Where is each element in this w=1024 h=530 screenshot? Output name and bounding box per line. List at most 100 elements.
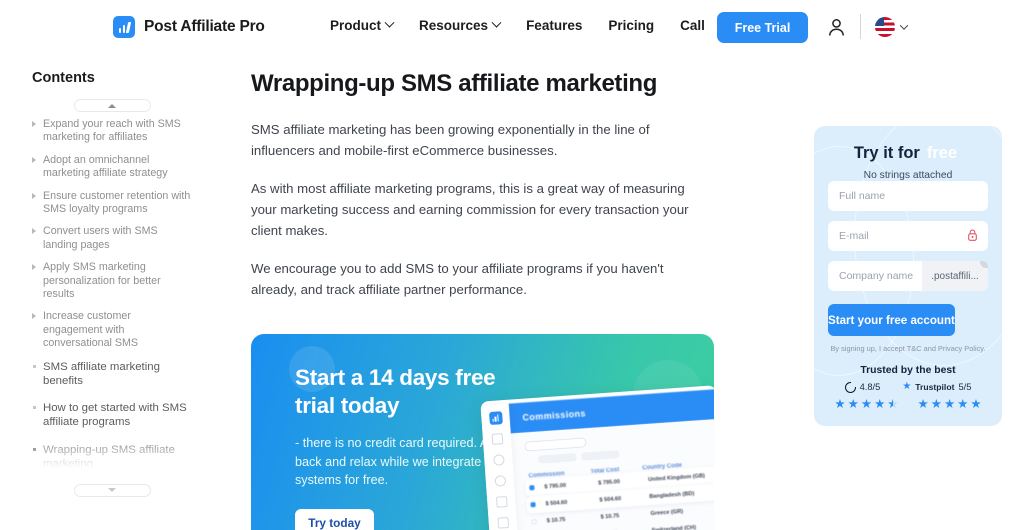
- mail-icon: [496, 516, 509, 529]
- star-icon: ★: [970, 396, 982, 411]
- signup-heading-prefix: Try it for: [853, 144, 920, 162]
- page-title: Wrapping-up SMS affiliate marketing: [251, 70, 658, 97]
- row-checkbox-icon: [530, 502, 536, 508]
- bullet-dot-icon: [33, 447, 36, 451]
- email-field[interactable]: E-mail: [828, 221, 988, 251]
- toc-item[interactable]: Expand your reach with SMS marketing for…: [32, 118, 192, 145]
- toc-item[interactable]: Apply SMS marketing personalization for …: [32, 261, 192, 301]
- star-icon: ★: [834, 396, 846, 411]
- article-paragraph: As with most affiliate marketing program…: [251, 181, 689, 238]
- header-divider: [860, 14, 861, 39]
- caret-down-icon: [108, 488, 116, 493]
- mockup-search-field: [524, 437, 587, 452]
- nav-label: Pricing: [608, 18, 655, 33]
- toc-scroll-up-button[interactable]: [73, 99, 151, 112]
- bullet-arrow-icon: [32, 264, 36, 271]
- g2-score: 4.8/5: [859, 382, 881, 393]
- cell-total: $ 10.75: [600, 512, 620, 521]
- grid-icon: [491, 433, 503, 445]
- bullet-arrow-icon: [32, 313, 36, 320]
- article-content: Wrapping-up SMS affiliate marketing SMS …: [251, 70, 703, 317]
- cell-total: $ 795.00: [598, 478, 621, 487]
- star-icon: ★: [847, 396, 859, 411]
- domain-suffix: .postaffili...: [922, 261, 988, 291]
- start-free-account-button[interactable]: Start your free account: [828, 304, 955, 336]
- toc-item[interactable]: Ensure customer retention with SMS loyal…: [32, 190, 192, 217]
- signup-card: Try it for free No strings attached Full …: [814, 126, 1002, 426]
- toc-scroll-down-button[interactable]: [73, 483, 151, 497]
- toc-item-label: Convert users with SMS landing pages: [43, 225, 158, 251]
- brand-logo[interactable]: Post Affiliate Pro: [113, 16, 265, 38]
- main-nav: Product Resources Features Pricing Call: [330, 17, 705, 33]
- star-half-icon: ★: [887, 396, 899, 411]
- star-icon: ★: [917, 396, 929, 411]
- mockup-body: Commission Total Cost Country Code $ 795…: [510, 419, 714, 530]
- cell-total: $ 504.60: [599, 495, 622, 504]
- cell-country: Switzerland (CH): [651, 524, 697, 530]
- bullet-dot-icon: [33, 406, 36, 410]
- toc-item[interactable]: Convert users with SMS landing pages: [32, 225, 192, 252]
- toc-list: Expand your reach with SMS marketing for…: [27, 118, 200, 475]
- star-icon: ★: [957, 396, 969, 411]
- email-placeholder: E-mail: [839, 230, 869, 242]
- nav-item-call[interactable]: Call: [680, 18, 705, 33]
- cell-country: Bangladesh (BD): [649, 490, 695, 500]
- rating-trustpilot: ★ Trustpilot 5/5: [902, 381, 971, 394]
- mockup-chip: [581, 450, 620, 461]
- nav-item-product[interactable]: Product: [330, 17, 395, 33]
- bar-chart-logo-icon: [113, 16, 135, 38]
- ratings-row: 4.8/5 ★ Trustpilot 5/5: [814, 381, 1002, 394]
- star-icon: ★: [930, 396, 942, 411]
- nav-label: Features: [526, 18, 583, 33]
- nav-item-pricing[interactable]: Pricing: [608, 18, 654, 33]
- company-domain-field[interactable]: Company name .postaffili...: [828, 261, 988, 291]
- bullet-dot-icon: [33, 364, 36, 368]
- nav-label: Resources: [419, 18, 489, 33]
- lock-icon: [968, 229, 977, 241]
- mockup-card: Commissions Commission Total Cost Countr…: [480, 385, 714, 530]
- nav-label: Product: [330, 18, 382, 33]
- toc-item-label: Expand your reach with SMS marketing for…: [43, 118, 181, 144]
- nav-item-resources[interactable]: Resources: [419, 17, 502, 33]
- promo-banner: Start a 14 days free trial today - there…: [251, 334, 714, 530]
- toc-item-active[interactable]: Wrapping-up SMS affiliate marketing: [27, 443, 200, 475]
- nav-label: Call: [680, 18, 705, 33]
- article-paragraph: SMS affiliate marketing has been growing…: [251, 122, 650, 158]
- trusted-label: Trusted by the best: [860, 365, 956, 376]
- row-checkbox-icon: [531, 518, 537, 525]
- try-today-button[interactable]: Try today: [295, 508, 374, 530]
- trustpilot-star-icon: ★: [902, 381, 912, 392]
- fullname-placeholder: Full name: [839, 190, 886, 202]
- toc-item-label: Ensure customer retention with SMS loyal…: [43, 189, 191, 216]
- nav-item-features[interactable]: Features: [526, 18, 582, 33]
- toc-item-label: Increase customer engagement with conver…: [43, 310, 139, 350]
- bar-chart-logo-icon: [488, 411, 503, 426]
- g2-icon: [844, 381, 856, 393]
- article-paragraph: We encourage you to add SMS to your affi…: [251, 261, 664, 297]
- mockup-chip: [538, 453, 577, 464]
- toc-item[interactable]: SMS affiliate marketing benefits: [32, 360, 192, 388]
- fullname-field[interactable]: Full name: [828, 181, 988, 211]
- language-selector[interactable]: [875, 17, 909, 37]
- cell-commission: $ 504.60: [545, 499, 568, 507]
- toc-title: Contents: [32, 70, 95, 86]
- g2-stars: ★ ★ ★ ★ ★: [834, 396, 899, 411]
- bullet-arrow-icon: [32, 121, 36, 127]
- free-trial-button[interactable]: Free Trial: [717, 12, 808, 43]
- star-icon: ★: [874, 396, 886, 411]
- megaphone-icon: [495, 496, 508, 508]
- toc-item[interactable]: How to get started with SMS affiliate pr…: [32, 401, 192, 429]
- toc-item[interactable]: Increase customer engagement with conver…: [32, 310, 192, 350]
- user-account-icon[interactable]: [828, 18, 845, 42]
- chevron-down-icon: [491, 17, 502, 28]
- bullet-arrow-icon: [32, 192, 36, 199]
- caret-up-icon: [108, 103, 116, 108]
- star-icon: ★: [943, 396, 956, 411]
- thumbs-up-icon: [493, 475, 506, 487]
- bullet-arrow-icon: [32, 228, 36, 235]
- table-of-contents: Contents Expand your reach with SMS mark…: [27, 70, 200, 503]
- brand-name: Post Affiliate Pro: [144, 18, 265, 35]
- toc-item-label: Adopt an omnichannel marketing affiliate…: [43, 153, 168, 180]
- toc-item-label: SMS affiliate marketing benefits: [43, 360, 160, 387]
- toc-item[interactable]: Adopt an omnichannel marketing affiliate…: [32, 154, 192, 181]
